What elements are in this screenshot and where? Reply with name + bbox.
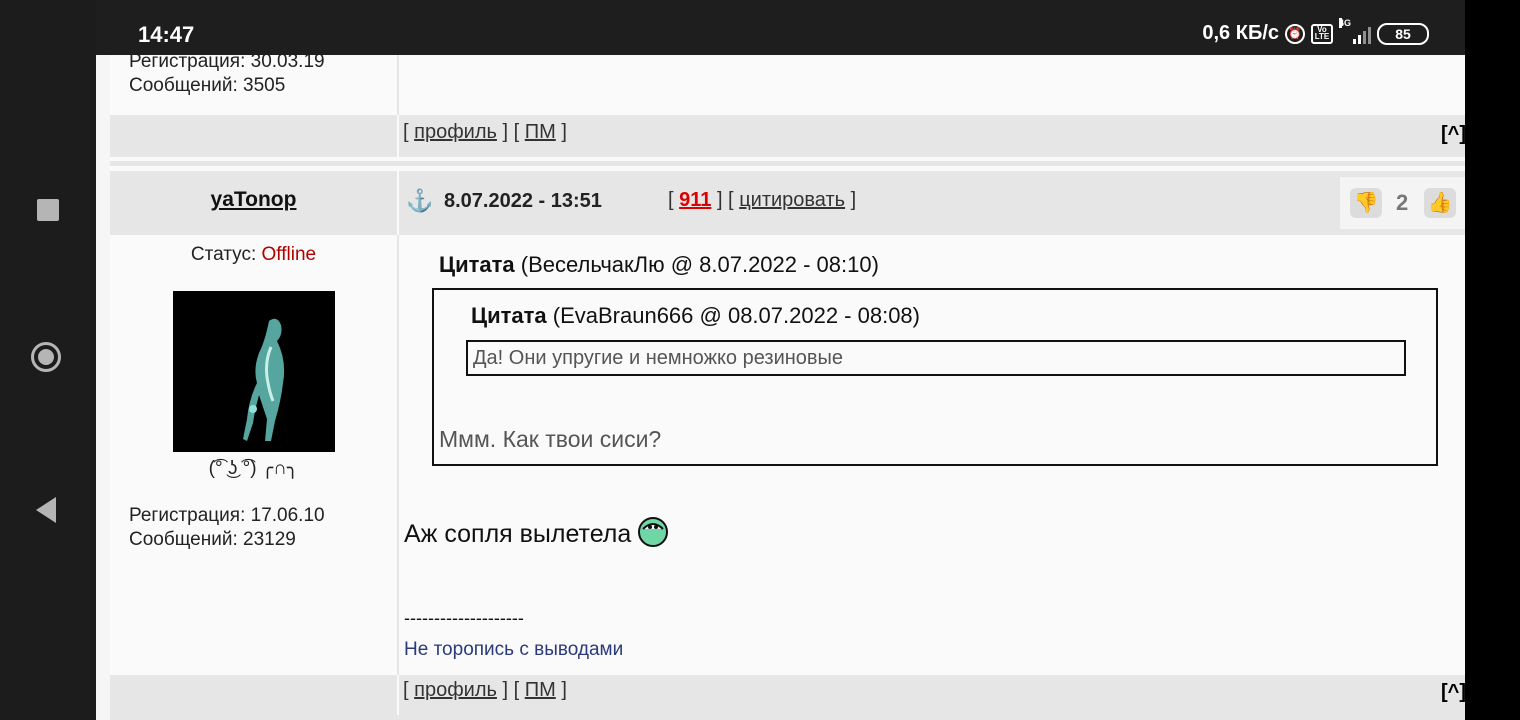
alarm-icon: ⏰ [1285, 23, 1305, 44]
post-number-link[interactable]: 911 [679, 189, 711, 211]
thumbs-up-icon[interactable]: 👍 [1424, 188, 1456, 218]
recents-icon[interactable] [37, 199, 59, 221]
quote-link[interactable]: цитировать [739, 189, 845, 211]
thumbs-down-icon[interactable]: 👎 [1350, 188, 1382, 218]
quote-inner-text: Да! Они упругие и немножко резиновые [473, 347, 844, 369]
signal-icon: 4G [1339, 17, 1371, 44]
clock: 14:47 [138, 22, 195, 47]
forum-page: Регистрация: 30.03.19 Сообщений: 3505 [ … [96, 55, 1465, 720]
post-actions: [ 911 ] [ цитировать ] [668, 189, 857, 211]
status-offline: Offline [261, 244, 317, 265]
back-icon[interactable] [36, 497, 56, 523]
profile-link[interactable]: профиль [414, 679, 497, 701]
scroll-top-link[interactable]: [^] [1441, 681, 1465, 704]
net-speed: 0,6 КБ/с [1202, 22, 1279, 44]
smiley-icon [637, 515, 669, 554]
rating-widget: 👎 2 👍 [1340, 177, 1465, 229]
post-date: 8.07.2022 - 13:51 [444, 190, 602, 212]
avatar [173, 291, 335, 452]
post-separator [110, 161, 1465, 166]
quote-inner-header: Цитата (EvaBraun666 @ 08.07.2022 - 08:08… [471, 303, 920, 328]
quote-outer-text: Ммм. Как твои сиси? [439, 426, 662, 452]
author-status: Статус: Offline [190, 244, 317, 265]
status-icons: 0,6 КБ/с ⏰ Vo LTE 4G 85 [1202, 17, 1429, 45]
pm-link[interactable]: ПМ [525, 121, 556, 143]
home-icon[interactable] [31, 342, 61, 372]
android-nav-bar [0, 0, 96, 720]
rating-count: 2 [1396, 190, 1409, 215]
prev-messages: Сообщений: 3505 [129, 75, 286, 96]
profile-link[interactable]: профиль [414, 121, 497, 143]
post-body: Аж сопля вылетела [404, 515, 669, 554]
post-footer: [ профиль ] [ ПМ ] [^] [110, 675, 1465, 715]
prev-post-links: [ профиль ] [ ПМ ] [403, 121, 567, 143]
volte-icon: Vo LTE [1311, 23, 1333, 44]
quote-outer-box: Цитата (EvaBraun666 @ 08.07.2022 - 08:08… [432, 288, 1438, 466]
signature-divider: -------------------- [404, 608, 524, 628]
post-links: [ профиль ] [ ПМ ] [403, 679, 567, 701]
quote-outer-header: Цитата (ВесельчакЛю @ 8.07.2022 - 08:10) [439, 252, 879, 277]
topic-table: Регистрация: 30.03.19 Сообщений: 3505 [ … [110, 55, 1465, 720]
author-name[interactable]: yaTonop [110, 188, 397, 212]
quote-inner-box: Да! Они упругие и немножко резиновые [466, 340, 1406, 376]
post-header-row: yaTonop ⚓ 8.07.2022 - 13:51 [ 911 ] [ ци… [110, 171, 1465, 235]
avatar-caption: (͡° ͜ʖ ͡°) ╭∩╮ [208, 458, 299, 479]
pm-link[interactable]: ПМ [525, 679, 556, 701]
prev-post-footer: [ профиль ] [ ПМ ] [^] [110, 115, 1465, 157]
author-messages: Сообщений: 23129 [129, 529, 296, 550]
screen-edge [1465, 0, 1520, 720]
prev-registration: Регистрация: 30.03.19 [129, 55, 325, 72]
status-bar: 14:47 0,6 КБ/с ⏰ Vo LTE 4G 85 [96, 0, 1465, 55]
author-registration: Регистрация: 17.06.10 [129, 505, 325, 526]
battery-icon: 85 [1377, 22, 1429, 45]
avatar-figure [173, 291, 335, 452]
signature: Не торопись с выводами [404, 639, 624, 660]
scroll-top-link[interactable]: [^] [1441, 123, 1465, 146]
anchor-icon[interactable]: ⚓ [406, 188, 433, 214]
